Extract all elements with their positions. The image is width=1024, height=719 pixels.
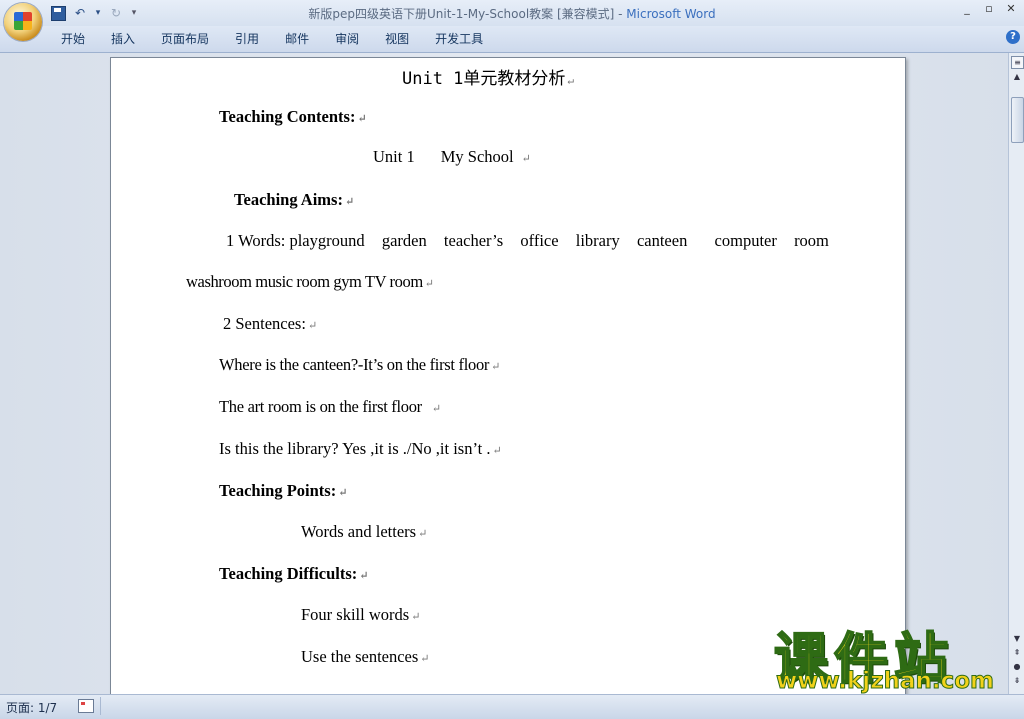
office-button[interactable] (4, 3, 42, 41)
close-button[interactable]: ✕ (1004, 2, 1018, 15)
heading-teaching-aims: Teaching Aims: ↵ (234, 190, 355, 209)
watermark-url: www.kjzhan.com (776, 668, 995, 695)
ribbon-tabs: 开始 插入 页面布局 引用 邮件 审阅 视图 开发工具 (48, 31, 496, 47)
sentence-1: Where is the canteen?-It’s on the first … (219, 355, 501, 374)
minimize-button[interactable]: _ (960, 2, 974, 15)
office-logo-icon (14, 12, 32, 30)
page-indicator[interactable]: 页面: 1/7 (6, 699, 57, 716)
paragraph-mark: ↵ (521, 153, 531, 165)
paragraph-mark: ↵ (357, 113, 367, 125)
sentence-2: The art room is on the first floor ↵ (219, 397, 441, 416)
document-workspace: Unit 1单元教材分析 ↵ Teaching Contents: ↵ Unit 1… (0, 53, 1008, 719)
window-title: 新版pep四级英语下册Unit-1-My-School教案 [兼容模式] - M… (0, 5, 1024, 22)
help-icon[interactable]: ? (1006, 30, 1020, 44)
sentence-3: Is this the library? Yes ,it is ./No ,it… (219, 439, 502, 458)
difficult-item-2: Use the sentences ↵ (301, 647, 430, 666)
document-title: 新版pep四级英语下册Unit-1-My-School教案 [兼容模式] - (308, 7, 627, 21)
sentences-label: 2 Sentences: ↵ (223, 314, 318, 333)
heading-teaching-difficults: Teaching Difficults: ↵ (219, 564, 369, 583)
app-name: Microsoft Word (626, 7, 716, 21)
difficult-item-1: Four skill words ↵ (301, 605, 421, 624)
vertical-scrollbar[interactable]: ≡ ▲ ▼ ⇞ ● ⇟ (1008, 53, 1024, 694)
words-line-1: 1 Words: playground garden teacher’s off… (226, 231, 829, 250)
scroll-up-button[interactable]: ▲ (1011, 71, 1023, 83)
paragraph-mark: ↵ (344, 196, 355, 208)
restore-button[interactable]: ▫ (982, 2, 996, 15)
paragraph-mark: ↵ (491, 361, 501, 373)
heading-teaching-points: Teaching Points: ↵ (219, 481, 348, 500)
tab-view[interactable]: 视图 (372, 31, 422, 47)
paragraph-mark: ↵ (307, 320, 318, 332)
tab-page-layout[interactable]: 页面布局 (148, 31, 222, 47)
status-bar: 页面: 1/7 (0, 694, 1024, 719)
next-page-button[interactable]: ⇟ (1011, 675, 1023, 687)
scroll-thumb[interactable] (1011, 97, 1024, 143)
ribbon-tabs-bar: 开始 插入 页面布局 引用 邮件 审阅 视图 开发工具 ? (0, 26, 1024, 53)
paragraph-mark: ↵ (359, 570, 369, 582)
double-down-icon: ⇟ (1013, 676, 1021, 685)
ruler-icon: ≡ (1014, 58, 1021, 67)
paragraph-mark: ↵ (420, 653, 430, 665)
paragraph-mark: ↵ (338, 487, 348, 499)
double-up-icon: ⇞ (1013, 648, 1021, 657)
scroll-down-button[interactable]: ▼ (1011, 633, 1023, 645)
paragraph-mark: ↵ (567, 74, 575, 87)
words-line-2: washroom music room gym TV room ↵ (186, 272, 434, 291)
paragraph-mark: ↵ (431, 403, 441, 415)
window-controls: _ ▫ ✕ (960, 2, 1018, 15)
paragraph-mark: ↵ (492, 445, 502, 457)
triangle-down-icon: ▼ (1013, 634, 1021, 643)
tab-developer[interactable]: 开发工具 (422, 31, 496, 47)
paragraph-mark: ↵ (411, 611, 421, 623)
triangle-up-icon: ▲ (1013, 72, 1021, 81)
doc-heading: Unit 1单元教材分析 ↵ (402, 69, 575, 89)
tab-insert[interactable]: 插入 (98, 31, 148, 47)
points-item: Words and letters ↵ (301, 522, 428, 541)
tab-home[interactable]: 开始 (48, 31, 98, 47)
title-bar: ↶ ▾ ↻ ▾ 新版pep四级英语下册Unit-1-My-School教案 [兼… (0, 0, 1024, 41)
heading-teaching-contents: Teaching Contents: ↵ (219, 107, 367, 126)
language-check-icon[interactable] (78, 699, 94, 713)
circle-icon: ● (1013, 662, 1021, 671)
tab-mailings[interactable]: 邮件 (272, 31, 322, 47)
ruler-toggle-button[interactable]: ≡ (1011, 56, 1024, 69)
paragraph-mark: ↵ (424, 278, 434, 290)
previous-page-button[interactable]: ⇞ (1011, 647, 1023, 659)
status-divider (100, 697, 101, 715)
paragraph-mark: ↵ (418, 528, 428, 540)
select-browse-object-button[interactable]: ● (1011, 661, 1023, 673)
tab-review[interactable]: 审阅 (322, 31, 372, 47)
unit-line: Unit 1 My School ↵ (373, 147, 531, 166)
tab-references[interactable]: 引用 (222, 31, 272, 47)
